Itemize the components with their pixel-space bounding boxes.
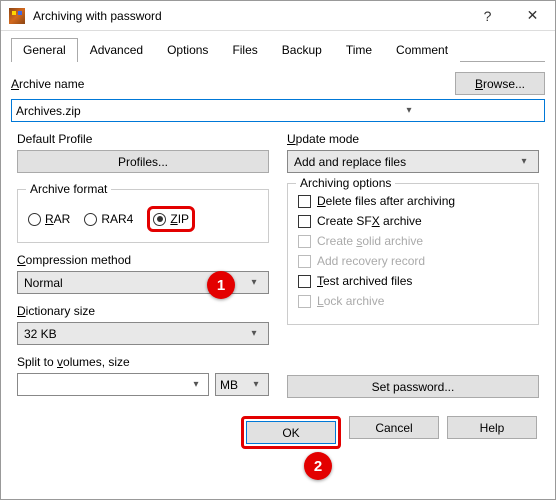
compression-label: Compression method [17, 253, 269, 267]
chevron-down-icon: ▾ [516, 156, 532, 167]
dictionary-select[interactable]: 32 KB▾ [17, 322, 269, 345]
default-profile-label: Default Profile [17, 132, 269, 146]
chevron-down-icon: ▾ [188, 379, 204, 390]
right-column: Update mode Add and replace files▾ Archi… [287, 132, 539, 406]
annotation-highlight-zip: ZIP [147, 206, 195, 232]
annotation-highlight-ok: OK [241, 416, 341, 449]
radio-zip[interactable]: ZIP [153, 212, 189, 226]
split-label: Split to volumes, size [17, 355, 269, 369]
check-create-sfx[interactable]: Create SFX archive [298, 214, 528, 228]
tab-time[interactable]: Time [334, 38, 384, 62]
check-lock-archive: Lock archive [298, 294, 528, 308]
browse-button[interactable]: Browse... [455, 72, 545, 95]
chevron-down-icon: ▾ [248, 379, 264, 390]
window-title: Archiving with password [33, 9, 465, 23]
archive-format-fieldset: Archive format RAR RAR4 [17, 189, 269, 243]
annotation-badge-2: 2 [304, 452, 332, 480]
radio-rar4[interactable]: RAR4 [84, 206, 133, 232]
check-create-solid: Create solid archive [298, 234, 528, 248]
left-column: Default Profile Profiles... Archive form… [17, 132, 269, 406]
update-mode-select[interactable]: Add and replace files▾ [287, 150, 539, 173]
tab-comment[interactable]: Comment [384, 38, 460, 62]
chevron-down-icon[interactable]: ▾ [278, 105, 540, 116]
chevron-down-icon: ▾ [246, 277, 262, 288]
chevron-down-icon: ▾ [246, 328, 262, 339]
dialog-buttons: OK Cancel Help [1, 406, 555, 449]
archive-format-title: Archive format [26, 182, 111, 196]
archive-name-label: Archive name [11, 77, 84, 91]
help-button[interactable]: Help [447, 416, 537, 439]
titlebar: Archiving with password ? ✕ [1, 1, 555, 31]
split-unit-select[interactable]: MB▾ [215, 373, 269, 396]
annotation-badge-1: 1 [207, 271, 235, 299]
update-mode-label: Update mode [287, 132, 539, 146]
close-icon[interactable]: ✕ [510, 1, 555, 30]
ok-button[interactable]: OK [246, 421, 336, 444]
tab-general[interactable]: General [11, 38, 78, 62]
tab-advanced[interactable]: Advanced [78, 38, 155, 62]
help-icon[interactable]: ? [465, 1, 510, 30]
archiving-options-fieldset: Archiving options Delete files after arc… [287, 183, 539, 325]
tab-options[interactable]: Options [155, 38, 220, 62]
cancel-button[interactable]: Cancel [349, 416, 439, 439]
tab-strip: General Advanced Options Files Backup Ti… [11, 37, 545, 62]
set-password-button[interactable]: Set password... [287, 375, 539, 398]
radio-rar[interactable]: RAR [28, 206, 70, 232]
check-delete-after[interactable]: Delete files after archiving [298, 194, 528, 208]
tab-files[interactable]: Files [220, 38, 269, 62]
tab-backup[interactable]: Backup [270, 38, 334, 62]
app-icon [9, 8, 25, 24]
profiles-button[interactable]: Profiles... [17, 150, 269, 173]
check-add-recovery: Add recovery record [298, 254, 528, 268]
dictionary-label: Dictionary size [17, 304, 269, 318]
archive-name-input[interactable]: Archives.zip ▾ [11, 99, 545, 122]
archive-name-value: Archives.zip [16, 104, 278, 118]
split-size-input[interactable]: ▾ [17, 373, 209, 396]
check-test-archived[interactable]: Test archived files [298, 274, 528, 288]
dialog-window: Archiving with password ? ✕ General Adva… [0, 0, 556, 500]
archiving-options-title: Archiving options [296, 176, 395, 190]
